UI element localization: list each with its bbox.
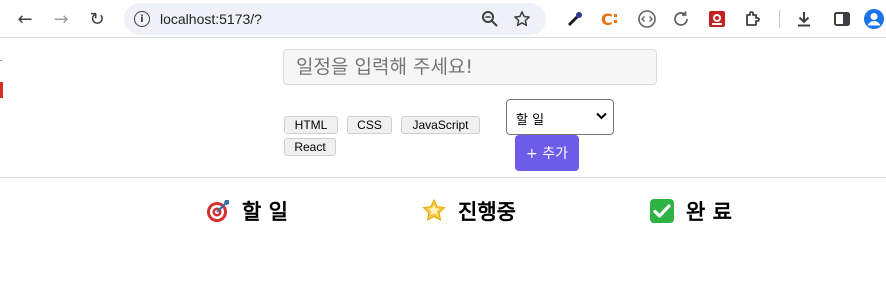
chevron-down-icon xyxy=(596,110,607,123)
section-divider xyxy=(0,177,886,178)
dart-target-icon xyxy=(204,197,232,225)
url-text[interactable]: localhost:5173/? xyxy=(160,11,262,27)
tag-react[interactable]: React xyxy=(284,138,336,156)
status-select[interactable]: 할 일 xyxy=(506,99,614,135)
column-todo-label: 할 일 xyxy=(242,200,288,224)
column-progress-title: 진행중 xyxy=(420,196,516,226)
tag-css[interactable]: CSS xyxy=(347,116,392,134)
tag-html[interactable]: HTML xyxy=(284,116,338,134)
browser-toolbar: ← → ↻ i localhost:5173/? C xyxy=(0,0,886,38)
address-bar[interactable]: i localhost:5173/? xyxy=(124,3,546,35)
add-button[interactable]: + 추가 xyxy=(515,135,579,171)
reload-button[interactable]: ↻ xyxy=(82,4,112,34)
back-arrow-icon: ← xyxy=(17,8,33,30)
profile-icon[interactable] xyxy=(862,7,886,31)
info-icon[interactable]: i xyxy=(134,11,150,27)
svg-text:C: C xyxy=(601,10,613,29)
back-button[interactable]: ← xyxy=(10,4,40,34)
glowing-star-icon xyxy=(420,197,448,225)
code-extension-icon[interactable] xyxy=(635,7,659,31)
refresh-extension-icon[interactable] xyxy=(669,7,693,31)
check-mark-icon xyxy=(648,197,676,225)
zoom-icon[interactable] xyxy=(480,9,500,29)
column-done-label: 완 료 xyxy=(686,200,732,224)
tag-javascript[interactable]: JavaScript xyxy=(401,116,480,134)
c-extension-icon[interactable]: C xyxy=(597,7,621,31)
reload-icon: ↻ xyxy=(89,8,105,30)
red-extension-icon[interactable] xyxy=(705,7,729,31)
left-edge-marker xyxy=(0,82,3,98)
todo-input[interactable] xyxy=(283,49,657,85)
forward-arrow-icon: → xyxy=(53,8,69,30)
column-done-title: 완 료 xyxy=(648,196,732,226)
bookmark-star-icon[interactable] xyxy=(512,9,532,29)
download-icon[interactable] xyxy=(792,7,816,31)
left-edge-line xyxy=(0,60,2,61)
column-progress-label: 진행중 xyxy=(458,200,516,224)
eyedropper-extension-icon[interactable] xyxy=(563,7,587,31)
status-select-value: 할 일 xyxy=(516,113,545,128)
puzzle-extensions-icon[interactable] xyxy=(741,7,765,31)
side-panel-icon[interactable] xyxy=(830,7,854,31)
column-todo-title: 할 일 xyxy=(204,196,288,226)
toolbar-separator xyxy=(779,10,780,28)
forward-button[interactable]: → xyxy=(46,4,76,34)
